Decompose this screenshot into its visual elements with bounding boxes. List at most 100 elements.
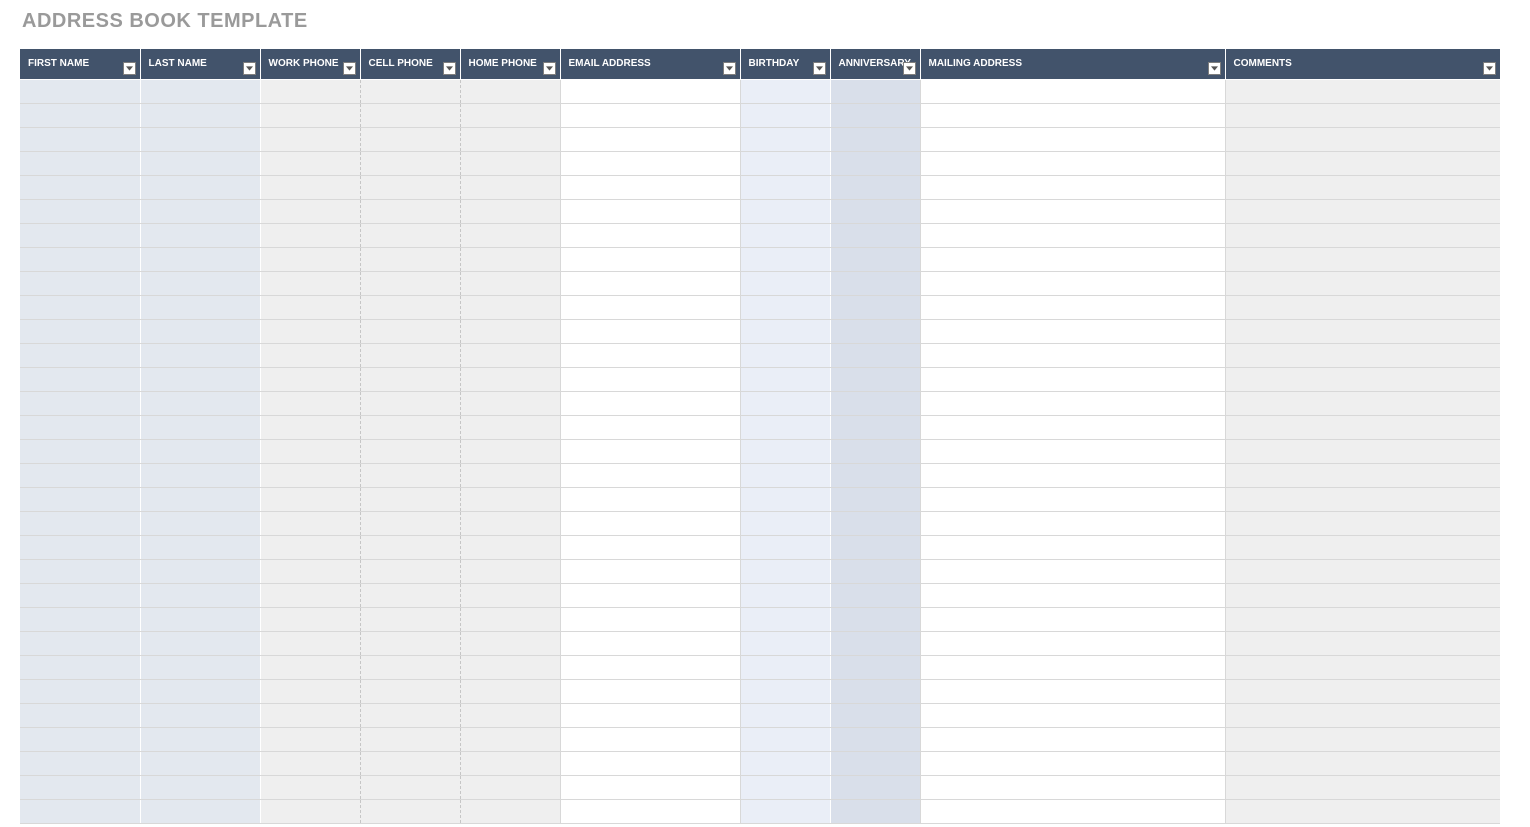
cell-comments[interactable] (1225, 175, 1500, 199)
cell-last_name[interactable] (140, 535, 260, 559)
cell-last_name[interactable] (140, 631, 260, 655)
cell-first_name[interactable] (20, 151, 140, 175)
cell-birthday[interactable] (740, 175, 830, 199)
cell-anniversary[interactable] (830, 391, 920, 415)
cell-first_name[interactable] (20, 199, 140, 223)
cell-first_name[interactable] (20, 127, 140, 151)
cell-email[interactable] (560, 799, 740, 823)
cell-last_name[interactable] (140, 295, 260, 319)
cell-work_phone[interactable] (260, 607, 360, 631)
cell-cell_phone[interactable] (360, 367, 460, 391)
cell-anniversary[interactable] (830, 463, 920, 487)
cell-last_name[interactable] (140, 199, 260, 223)
cell-email[interactable] (560, 775, 740, 799)
cell-cell_phone[interactable] (360, 271, 460, 295)
cell-mailing[interactable] (920, 583, 1225, 607)
cell-birthday[interactable] (740, 535, 830, 559)
cell-last_name[interactable] (140, 679, 260, 703)
cell-last_name[interactable] (140, 751, 260, 775)
cell-mailing[interactable] (920, 487, 1225, 511)
cell-home_phone[interactable] (460, 535, 560, 559)
cell-email[interactable] (560, 391, 740, 415)
cell-birthday[interactable] (740, 679, 830, 703)
cell-mailing[interactable] (920, 799, 1225, 823)
cell-first_name[interactable] (20, 79, 140, 103)
cell-mailing[interactable] (920, 631, 1225, 655)
cell-mailing[interactable] (920, 127, 1225, 151)
cell-email[interactable] (560, 367, 740, 391)
cell-cell_phone[interactable] (360, 607, 460, 631)
cell-work_phone[interactable] (260, 295, 360, 319)
header-email-address[interactable]: EMAIL ADDRESS (560, 49, 740, 79)
cell-home_phone[interactable] (460, 703, 560, 727)
cell-first_name[interactable] (20, 487, 140, 511)
filter-dropdown-icon[interactable] (243, 62, 256, 75)
cell-birthday[interactable] (740, 151, 830, 175)
cell-comments[interactable] (1225, 775, 1500, 799)
cell-email[interactable] (560, 199, 740, 223)
cell-email[interactable] (560, 487, 740, 511)
cell-email[interactable] (560, 607, 740, 631)
cell-cell_phone[interactable] (360, 343, 460, 367)
filter-dropdown-icon[interactable] (443, 62, 456, 75)
cell-cell_phone[interactable] (360, 583, 460, 607)
cell-birthday[interactable] (740, 367, 830, 391)
filter-dropdown-icon[interactable] (813, 62, 826, 75)
cell-mailing[interactable] (920, 535, 1225, 559)
cell-home_phone[interactable] (460, 463, 560, 487)
cell-birthday[interactable] (740, 559, 830, 583)
cell-comments[interactable] (1225, 607, 1500, 631)
cell-comments[interactable] (1225, 415, 1500, 439)
cell-first_name[interactable] (20, 223, 140, 247)
cell-comments[interactable] (1225, 631, 1500, 655)
cell-anniversary[interactable] (830, 223, 920, 247)
cell-work_phone[interactable] (260, 247, 360, 271)
cell-first_name[interactable] (20, 415, 140, 439)
header-home-phone[interactable]: HOME PHONE (460, 49, 560, 79)
cell-home_phone[interactable] (460, 127, 560, 151)
cell-anniversary[interactable] (830, 79, 920, 103)
cell-cell_phone[interactable] (360, 511, 460, 535)
cell-email[interactable] (560, 751, 740, 775)
cell-work_phone[interactable] (260, 439, 360, 463)
cell-last_name[interactable] (140, 727, 260, 751)
cell-cell_phone[interactable] (360, 79, 460, 103)
cell-mailing[interactable] (920, 463, 1225, 487)
cell-birthday[interactable] (740, 223, 830, 247)
cell-birthday[interactable] (740, 79, 830, 103)
header-anniversary[interactable]: ANNIVERSARY (830, 49, 920, 79)
cell-anniversary[interactable] (830, 367, 920, 391)
cell-first_name[interactable] (20, 439, 140, 463)
cell-home_phone[interactable] (460, 103, 560, 127)
cell-birthday[interactable] (740, 799, 830, 823)
cell-last_name[interactable] (140, 511, 260, 535)
cell-cell_phone[interactable] (360, 631, 460, 655)
cell-comments[interactable] (1225, 535, 1500, 559)
cell-home_phone[interactable] (460, 583, 560, 607)
cell-home_phone[interactable] (460, 79, 560, 103)
cell-cell_phone[interactable] (360, 799, 460, 823)
cell-anniversary[interactable] (830, 535, 920, 559)
header-birthday[interactable]: BIRTHDAY (740, 49, 830, 79)
cell-cell_phone[interactable] (360, 151, 460, 175)
cell-home_phone[interactable] (460, 799, 560, 823)
cell-anniversary[interactable] (830, 295, 920, 319)
cell-first_name[interactable] (20, 511, 140, 535)
cell-mailing[interactable] (920, 367, 1225, 391)
cell-work_phone[interactable] (260, 223, 360, 247)
cell-work_phone[interactable] (260, 367, 360, 391)
cell-birthday[interactable] (740, 511, 830, 535)
cell-anniversary[interactable] (830, 103, 920, 127)
cell-first_name[interactable] (20, 463, 140, 487)
cell-cell_phone[interactable] (360, 127, 460, 151)
cell-anniversary[interactable] (830, 127, 920, 151)
cell-comments[interactable] (1225, 703, 1500, 727)
cell-work_phone[interactable] (260, 511, 360, 535)
cell-home_phone[interactable] (460, 271, 560, 295)
cell-anniversary[interactable] (830, 751, 920, 775)
cell-comments[interactable] (1225, 439, 1500, 463)
cell-anniversary[interactable] (830, 799, 920, 823)
cell-cell_phone[interactable] (360, 775, 460, 799)
cell-work_phone[interactable] (260, 799, 360, 823)
cell-first_name[interactable] (20, 247, 140, 271)
